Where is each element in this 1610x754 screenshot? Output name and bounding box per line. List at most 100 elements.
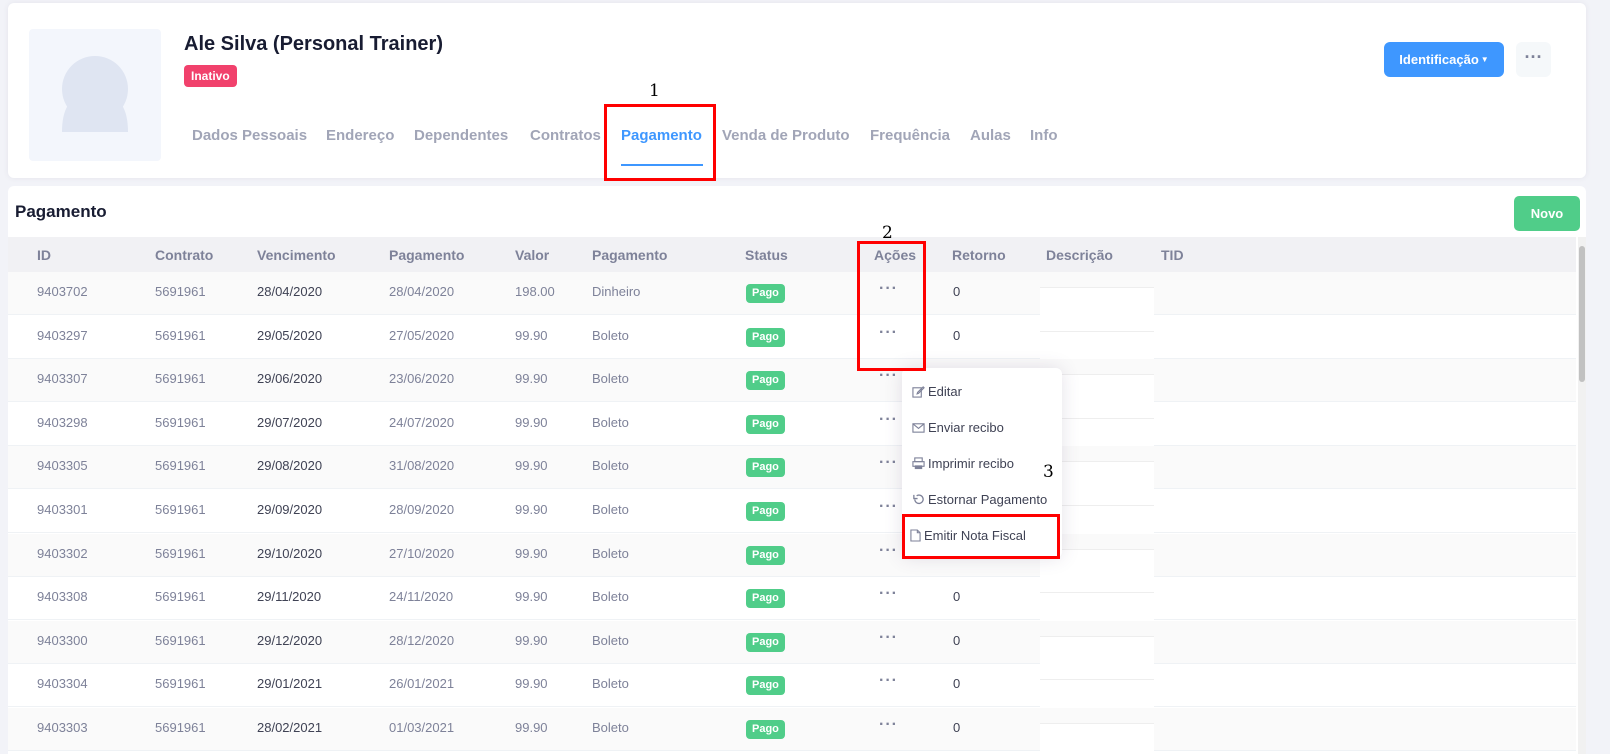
status-badge-pago: Pago xyxy=(746,327,785,347)
table-row xyxy=(8,490,1576,533)
cell-forma-pagamento: Boleto xyxy=(592,458,629,474)
row-actions-button[interactable]: ··· xyxy=(879,629,898,645)
tab-contratos[interactable]: Contratos xyxy=(530,127,601,144)
identification-button[interactable]: Identificação ▼ xyxy=(1384,42,1504,77)
status-badge-pago: Pago xyxy=(746,502,785,521)
cell-valor: 99.90 xyxy=(515,632,548,648)
cell-valor: 99.90 xyxy=(515,458,548,474)
cell-contrato: 5691961 xyxy=(155,371,206,387)
cell-contrato: 5691961 xyxy=(155,589,206,605)
table-row xyxy=(8,708,1576,751)
cell-retorno: 0 xyxy=(953,676,961,692)
cell-valor: 99.90 xyxy=(515,371,548,387)
cell-forma-pagamento: Boleto xyxy=(592,327,629,343)
column-header-retorno[interactable]: Retorno xyxy=(952,247,1006,263)
cell-vencimento: 29/12/2020 xyxy=(257,632,323,648)
tab-frequencia[interactable]: Frequência xyxy=(870,127,950,144)
tab-venda-de-produto[interactable]: Venda de Produto xyxy=(722,127,850,144)
description-input[interactable] xyxy=(1040,330,1154,359)
new-payment-button[interactable]: Novo xyxy=(1514,196,1580,231)
cell-valor: 198.00 xyxy=(515,284,555,299)
cell-valor: 99.90 xyxy=(515,676,548,692)
cell-forma-pagamento: Boleto xyxy=(592,589,629,605)
profile-card xyxy=(8,3,1586,178)
caret-down-icon: ▼ xyxy=(1480,55,1489,64)
row-actions-button[interactable]: ··· xyxy=(879,499,898,515)
tab-aulas[interactable]: Aulas xyxy=(970,127,1011,144)
row-actions-button[interactable]: ··· xyxy=(879,411,898,427)
cell-pagamento: 24/07/2020 xyxy=(389,414,455,430)
column-header-pagamento[interactable]: Pagamento xyxy=(389,247,464,263)
row-actions-button[interactable]: ··· xyxy=(879,673,898,689)
more-options-button[interactable]: ··· xyxy=(1516,42,1551,77)
column-header-vencimento[interactable]: Vencimento xyxy=(257,247,336,263)
cell-pagamento: 24/11/2020 xyxy=(389,589,454,605)
annotation-label-3: 3 xyxy=(1043,462,1054,482)
menu-item-label: Enviar recibo xyxy=(928,420,1004,435)
column-header-status[interactable]: Status xyxy=(745,247,788,263)
cell-retorno: 0 xyxy=(953,284,961,299)
envelope-icon xyxy=(912,423,925,433)
description-input[interactable] xyxy=(1040,723,1154,751)
column-header-forma-pagamento[interactable]: Pagamento xyxy=(592,247,667,263)
table-row xyxy=(8,664,1576,708)
cell-retorno: 0 xyxy=(953,632,961,648)
row-actions-button[interactable]: ··· xyxy=(879,542,898,558)
cell-forma-pagamento: Boleto xyxy=(592,676,629,692)
column-header-descricao[interactable]: Descrição xyxy=(1046,247,1113,263)
cell-contrato: 5691961 xyxy=(155,545,206,561)
cell-contrato: 5691961 xyxy=(155,414,206,430)
cell-forma-pagamento: Dinheiro xyxy=(592,284,641,299)
column-header-valor[interactable]: Valor xyxy=(515,247,549,263)
status-badge-pago: Pago xyxy=(746,589,785,609)
scrollbar-thumb[interactable] xyxy=(1579,246,1585,382)
tab-dependentes[interactable]: Dependentes xyxy=(414,127,508,144)
column-header-tid[interactable]: TID xyxy=(1161,247,1184,263)
cell-vencimento: 29/10/2020 xyxy=(257,545,323,561)
description-input[interactable] xyxy=(1040,679,1154,708)
cell-vencimento: 29/01/2021 xyxy=(257,676,323,692)
status-badge-pago: Pago xyxy=(746,720,785,739)
row-actions-button[interactable]: ··· xyxy=(879,368,898,384)
table-row xyxy=(8,533,1576,577)
table-row xyxy=(8,577,1576,621)
status-badge-pago: Pago xyxy=(746,371,785,391)
status-badge: Inativo xyxy=(184,65,237,87)
cell-contrato: 5691961 xyxy=(155,502,206,517)
undo-icon xyxy=(913,494,924,505)
status-badge-pago: Pago xyxy=(746,284,785,303)
tab-dados-pessoais[interactable]: Dados Pessoais xyxy=(192,127,307,144)
description-input[interactable] xyxy=(1040,592,1154,621)
column-header-id[interactable]: ID xyxy=(37,247,51,263)
column-header-contrato[interactable]: Contrato xyxy=(155,247,213,263)
cell-contrato: 5691961 xyxy=(155,676,206,692)
tab-info[interactable]: Info xyxy=(1030,127,1058,144)
cell-valor: 99.90 xyxy=(515,502,548,517)
person-name: Ale Silva (Personal Trainer) xyxy=(184,33,443,55)
row-actions-button[interactable]: ··· xyxy=(879,586,898,602)
annotation-box-3 xyxy=(902,514,1060,559)
cell-vencimento: 29/09/2020 xyxy=(257,502,323,517)
cell-retorno: 0 xyxy=(953,720,961,735)
menu-item-estornar-pagamento[interactable]: Estornar Pagamento xyxy=(912,492,1047,507)
annotation-box-1 xyxy=(604,104,716,181)
menu-item-enviar-recibo[interactable]: Enviar recibo xyxy=(912,420,1004,435)
status-badge-pago: Pago xyxy=(746,676,785,696)
menu-item-label: Editar xyxy=(928,384,962,399)
menu-item-label: Imprimir recibo xyxy=(928,456,1014,471)
description-input[interactable] xyxy=(1040,287,1154,315)
row-actions-button[interactable]: ··· xyxy=(879,455,898,471)
tab-endereco[interactable]: Endereço xyxy=(326,127,394,144)
table-row xyxy=(8,446,1576,490)
row-actions-button[interactable]: ··· xyxy=(879,717,898,733)
cell-vencimento: 28/02/2021 xyxy=(257,720,323,735)
cell-retorno: 0 xyxy=(953,589,961,605)
status-badge-pago: Pago xyxy=(746,414,785,434)
menu-item-editar[interactable]: Editar xyxy=(912,384,962,399)
cell-id: 9403307 xyxy=(37,371,88,387)
edit-icon xyxy=(912,386,925,398)
description-input[interactable] xyxy=(1040,635,1154,664)
menu-item-imprimir-recibo[interactable]: Imprimir recibo xyxy=(912,456,1014,471)
user-placeholder-icon xyxy=(62,56,128,132)
cell-vencimento: 28/04/2020 xyxy=(257,284,323,299)
